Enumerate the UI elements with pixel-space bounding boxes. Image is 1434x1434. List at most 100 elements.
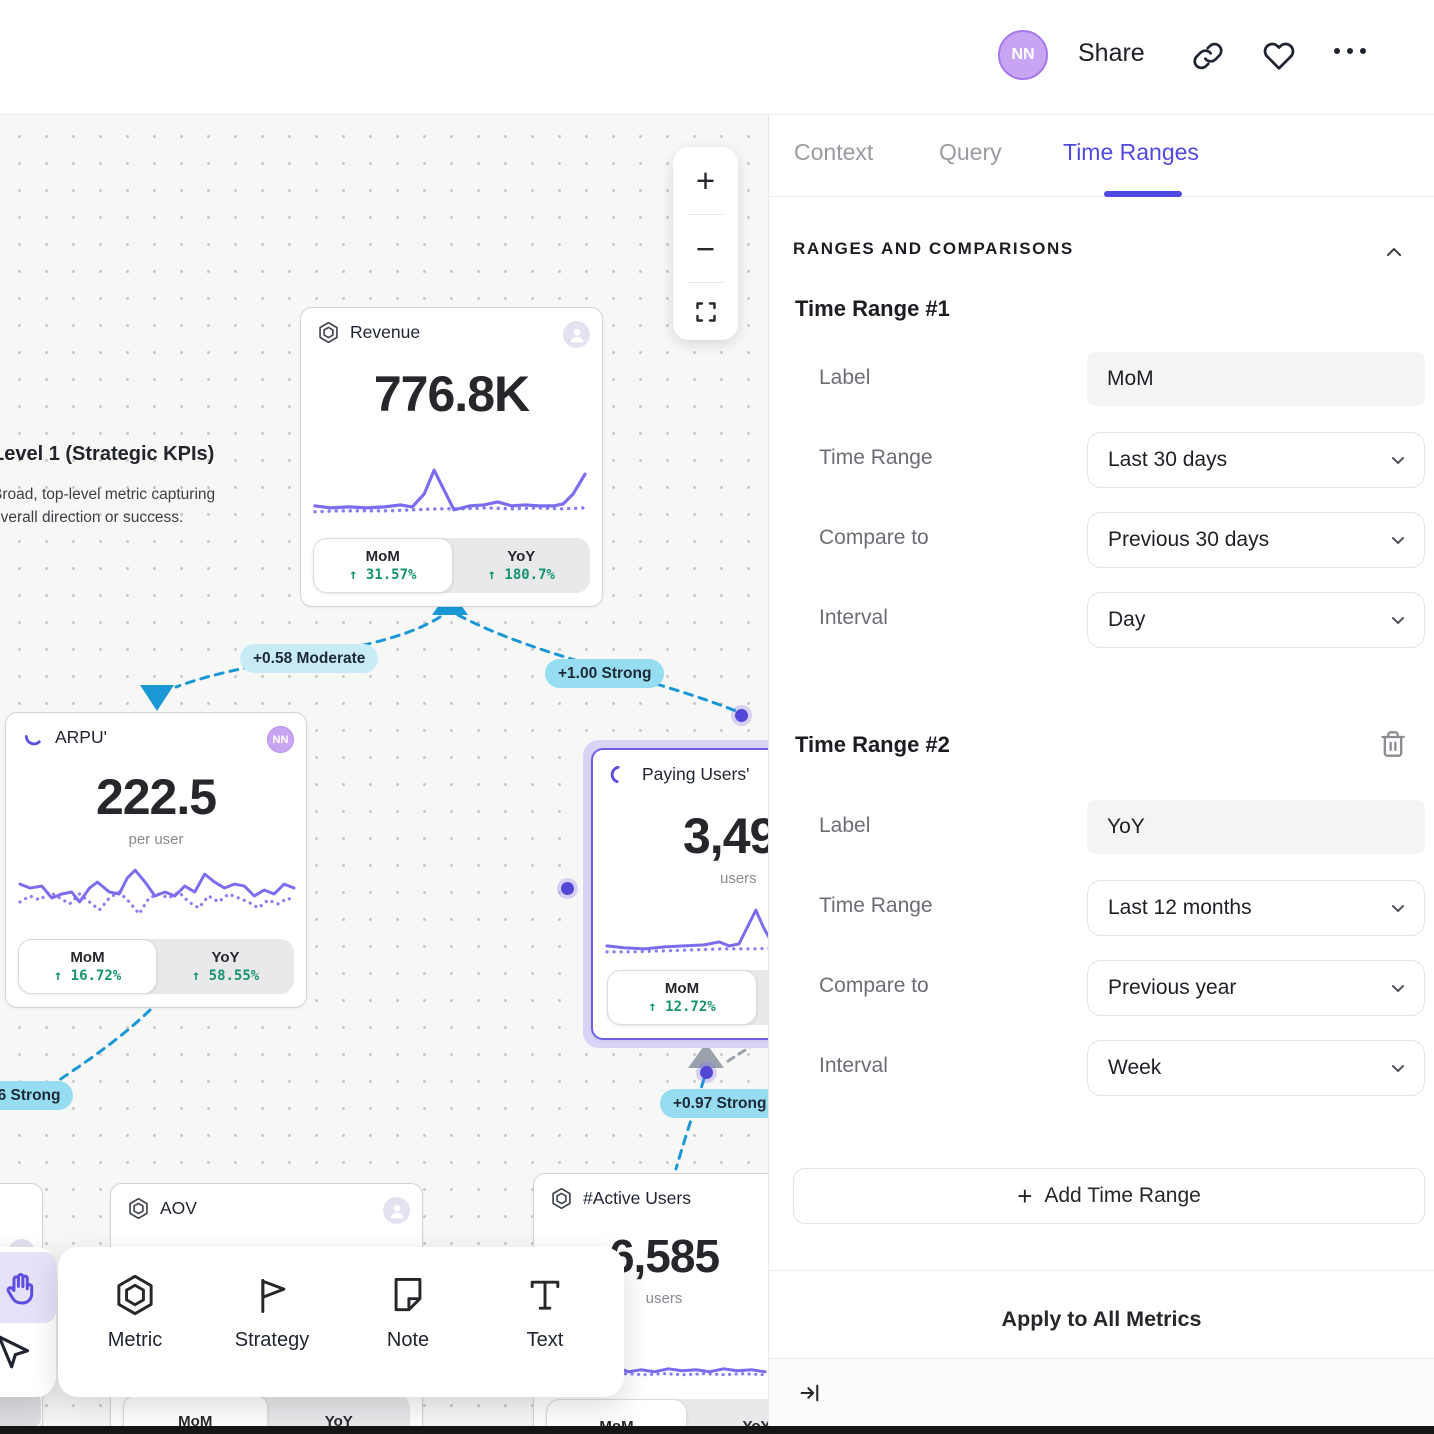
delete-time-range-trash-icon[interactable]	[1379, 729, 1407, 759]
metric-unit: per user	[6, 831, 306, 848]
interval-field-label: Interval	[819, 606, 888, 630]
zoom-in-button[interactable]: +	[696, 164, 715, 197]
tool-panel-left	[0, 1247, 56, 1397]
range-toggle: MoM ↑ 12.72%	[607, 970, 768, 1025]
metric-hexagon-icon	[317, 321, 340, 344]
flag-icon	[250, 1273, 294, 1317]
card-title: #Active Users	[583, 1188, 691, 1209]
correlation-badge-moderate[interactable]: +0.58 Moderate	[240, 644, 378, 673]
time-range-field-label: Time Range	[819, 894, 933, 918]
chevron-down-icon	[1388, 1058, 1408, 1078]
arpu-sparkline	[18, 858, 296, 930]
time-range-field-label: Time Range	[819, 446, 933, 470]
share-button[interactable]: Share	[1078, 39, 1145, 68]
metric-unit: users	[720, 870, 757, 887]
label-input[interactable]: MoM	[1087, 352, 1425, 406]
time-range-2-title: Time Range #2	[795, 732, 950, 758]
panel-footer	[769, 1358, 1434, 1434]
interval-field-label: Interval	[819, 1054, 888, 1078]
add-time-range-button[interactable]: + Add Time Range	[793, 1168, 1425, 1224]
canvas-zoom-control: + −	[673, 147, 738, 340]
tool-note[interactable]: Note	[353, 1273, 463, 1352]
plus-icon: +	[1017, 1183, 1032, 1209]
owner-avatar-icon	[383, 1197, 410, 1224]
correlation-badge-strong-2[interactable]: 66 Strong	[0, 1081, 73, 1110]
connection-handle[interactable]	[735, 709, 748, 722]
tool-metric[interactable]: Metric	[80, 1273, 190, 1352]
range-toggle: MoM ↑ 31.57% YoY ↑ 180.7%	[313, 538, 590, 593]
collapse-panel-icon[interactable]	[798, 1381, 823, 1406]
tab-context[interactable]: Context	[794, 139, 873, 166]
metric-hexagon-icon	[550, 1187, 573, 1210]
chevron-down-icon	[1388, 450, 1408, 470]
cursor-icon	[0, 1331, 34, 1375]
metric-card-revenue[interactable]: Revenue 776.8K MoM ↑ 31.57% YoY ↑ 180.7%	[300, 307, 603, 607]
note-icon	[386, 1273, 430, 1317]
chevron-down-icon	[1388, 530, 1408, 550]
loading-arc-icon	[22, 726, 45, 749]
link-icon[interactable]	[1192, 40, 1224, 72]
collapse-section-chevron-icon[interactable]	[1383, 241, 1405, 263]
active-tab-underline	[1104, 191, 1182, 197]
tab-time-ranges[interactable]: Time Ranges	[1063, 139, 1199, 166]
correlation-badge-strong-1[interactable]: +1.00 Strong	[545, 659, 664, 688]
owner-avatar-icon	[563, 321, 590, 348]
metric-value: 222.5	[6, 768, 306, 826]
range-toggle-mom[interactable]: MoM ↑ 16.72%	[18, 939, 157, 994]
tool-strategy[interactable]: Strategy	[217, 1273, 327, 1352]
card-title: Revenue	[350, 322, 420, 343]
range-toggle-mom[interactable]: MoM ↑ 31.57%	[313, 538, 453, 593]
settings-panel: Context Query Time Ranges RANGES AND COM…	[768, 115, 1434, 1434]
compare-to-select[interactable]: Previous 30 days	[1087, 512, 1425, 568]
interval-select[interactable]: Day	[1087, 592, 1425, 648]
metric-value: 776.8K	[301, 365, 602, 423]
text-icon	[523, 1273, 567, 1317]
chevron-down-icon	[1388, 898, 1408, 918]
panel-tabs: Context Query Time Ranges	[769, 115, 1434, 197]
compare-to-field-label: Compare to	[819, 526, 929, 550]
annotation-body: Broad, top-level metric capturing overal…	[0, 483, 242, 530]
card-title: ARPU'	[55, 727, 107, 748]
correlation-badge-strong-3[interactable]: +0.97 Strong	[660, 1089, 768, 1118]
screen-bottom-edge	[0, 1426, 1434, 1434]
fit-screen-button[interactable]	[694, 300, 718, 324]
metric-hexagon-icon	[113, 1273, 157, 1317]
collaborator-avatar: NN	[267, 726, 294, 753]
range-toggle-fragment[interactable]	[0, 1392, 41, 1428]
app-header: NN Share	[0, 0, 1434, 115]
metric-tree-canvas[interactable]: Level 1 (Strategic KPIs) Broad, top-leve…	[0, 115, 768, 1434]
hand-icon	[1, 1269, 39, 1307]
apply-all-metrics-button[interactable]: Apply to All Metrics	[769, 1307, 1434, 1332]
hand-tool-button[interactable]	[0, 1252, 56, 1323]
metric-card-arpu[interactable]: ARPU' NN 222.5 per user MoM ↑ 16.72% YoY…	[5, 712, 307, 1008]
revenue-sparkline	[313, 456, 591, 526]
more-menu-icon[interactable]	[1334, 48, 1366, 54]
time-range-select[interactable]: Last 12 months	[1087, 880, 1425, 936]
paying-users-sparkline	[605, 898, 768, 964]
label-input[interactable]: YoY	[1087, 800, 1425, 854]
interval-select[interactable]: Week	[1087, 1040, 1425, 1096]
label-field-label: Label	[819, 366, 870, 390]
time-range-1-title: Time Range #1	[795, 296, 950, 322]
zoom-out-button[interactable]: −	[696, 232, 715, 265]
range-toggle-yoy[interactable]: YoY ↑ 180.7%	[453, 538, 591, 593]
connection-handle[interactable]	[700, 1066, 713, 1079]
compare-to-select[interactable]: Previous year	[1087, 960, 1425, 1016]
loading-arc-icon	[609, 763, 632, 786]
label-field-label: Label	[819, 814, 870, 838]
range-toggle-yoy[interactable]: YoY ↑ 58.55%	[157, 939, 294, 994]
compare-to-field-label: Compare to	[819, 974, 929, 998]
user-avatar[interactable]: NN	[998, 30, 1048, 80]
tab-query[interactable]: Query	[939, 139, 1002, 166]
range-toggle-yoy[interactable]	[757, 970, 768, 1025]
panel-divider	[769, 1270, 1434, 1271]
connection-handle[interactable]	[561, 882, 574, 895]
select-tool-button[interactable]	[0, 1331, 34, 1375]
range-toggle-mom[interactable]: MoM ↑ 12.72%	[607, 970, 757, 1025]
favorite-heart-icon[interactable]	[1262, 40, 1294, 72]
time-range-select[interactable]: Last 30 days	[1087, 432, 1425, 488]
metric-card-paying-users[interactable]: Paying Users' 3,49 users MoM ↑ 12.72%	[591, 748, 768, 1040]
annotation-title: Level 1 (Strategic KPIs)	[0, 443, 242, 466]
chevron-down-icon	[1388, 978, 1408, 998]
tool-text[interactable]: Text	[490, 1273, 600, 1352]
